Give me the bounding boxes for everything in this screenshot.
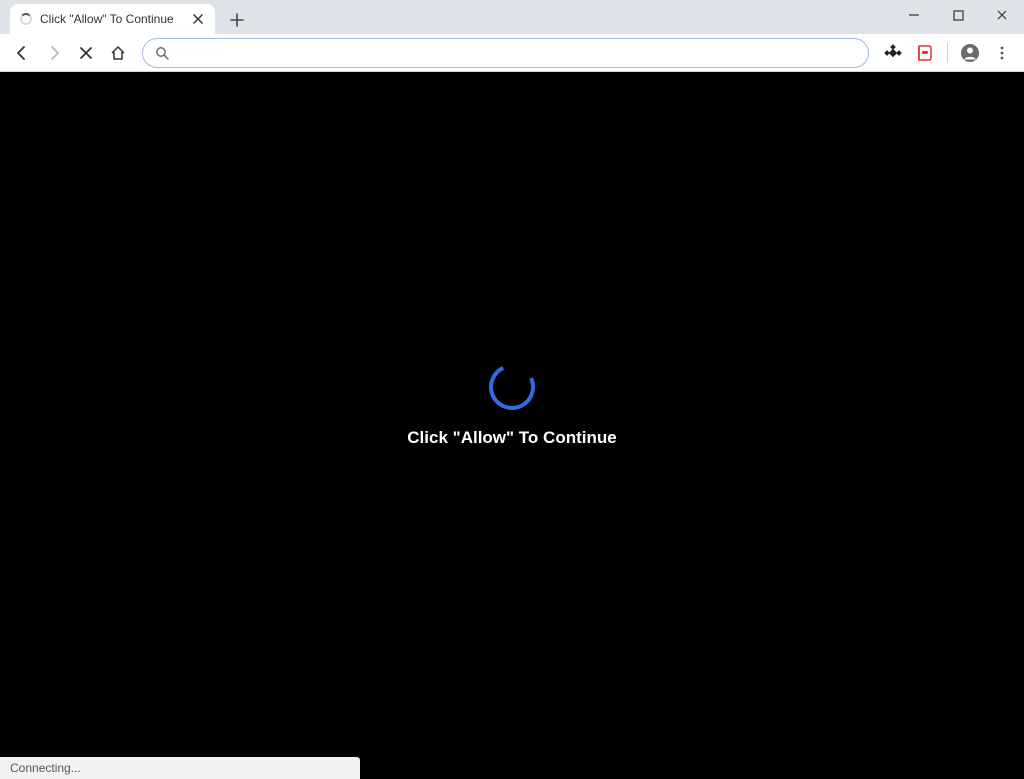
stop-button[interactable] (72, 39, 100, 67)
page-message: Click "Allow" To Continue (407, 428, 616, 448)
profile-button[interactable] (956, 39, 984, 67)
window-titlebar: Click "Allow" To Continue (0, 0, 1024, 34)
browser-tab[interactable]: Click "Allow" To Continue (10, 4, 215, 34)
window-close-button[interactable] (980, 0, 1024, 30)
browser-toolbar (0, 34, 1024, 72)
extension-2-icon[interactable] (911, 39, 939, 67)
status-text: Connecting... (10, 761, 81, 775)
tab-title: Click "Allow" To Continue (40, 12, 183, 26)
window-minimize-button[interactable] (892, 0, 936, 30)
page-content: Click "Allow" To Continue Connecting... (0, 72, 1024, 779)
toolbar-divider (947, 43, 948, 63)
address-input[interactable] (177, 45, 856, 60)
tab-close-button[interactable] (191, 12, 205, 26)
loading-spinner-icon (20, 13, 32, 25)
search-icon (155, 46, 169, 60)
window-controls (892, 0, 1024, 30)
back-button[interactable] (8, 39, 36, 67)
home-button[interactable] (104, 39, 132, 67)
status-bar: Connecting... (0, 757, 360, 779)
new-tab-button[interactable] (223, 6, 251, 34)
window-maximize-button[interactable] (936, 0, 980, 30)
forward-button[interactable] (40, 39, 68, 67)
extension-1-icon[interactable] (879, 39, 907, 67)
menu-button[interactable] (988, 39, 1016, 67)
page-loading-spinner-icon (483, 357, 542, 416)
address-bar[interactable] (142, 38, 869, 68)
